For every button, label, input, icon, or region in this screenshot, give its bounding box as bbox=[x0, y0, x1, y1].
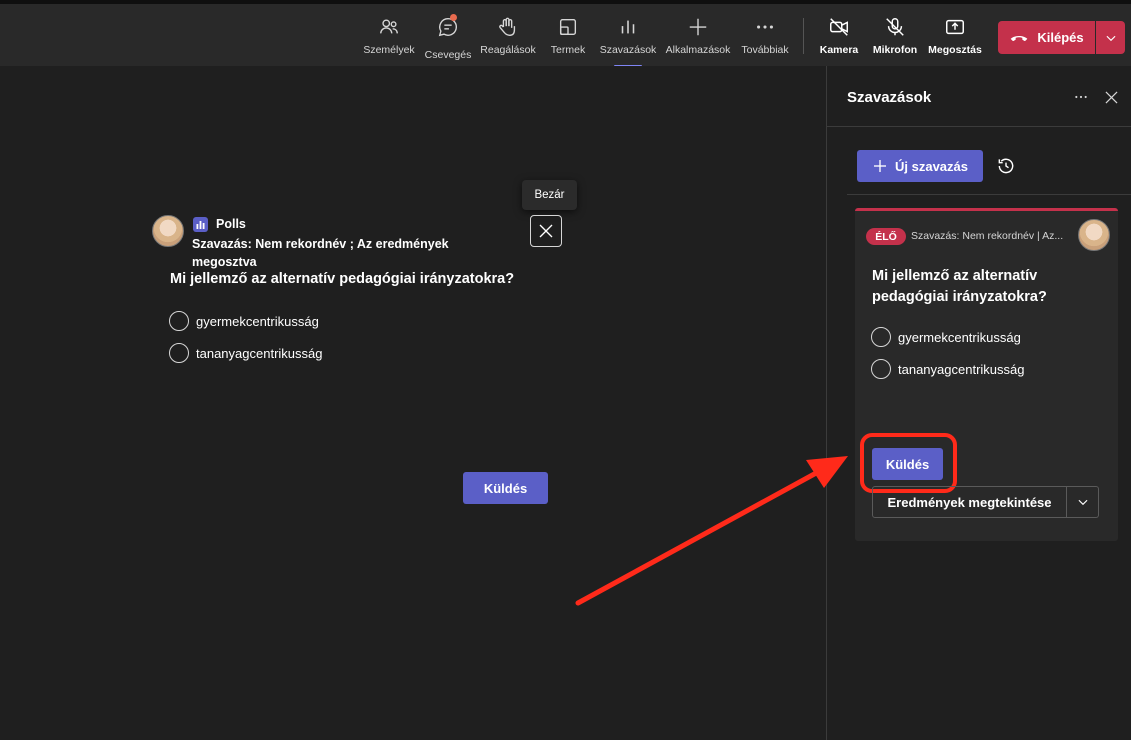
new-poll-button[interactable]: Új szavazás bbox=[857, 150, 983, 182]
polls-app-icon bbox=[193, 217, 208, 232]
live-badge: ÉLŐ bbox=[866, 228, 906, 245]
polls-app-name: Polls bbox=[216, 217, 246, 231]
more-icon bbox=[1075, 95, 1087, 99]
panel-title: Szavazások bbox=[847, 89, 932, 106]
toolbar-polls-label: Szavazások bbox=[599, 44, 657, 56]
toolbar-chat-button[interactable]: Csevegés bbox=[422, 12, 474, 64]
new-poll-label: Új szavazás bbox=[895, 158, 968, 174]
toolbar-more-button[interactable]: Továbbiak bbox=[738, 12, 792, 64]
poll-card-question: Mi jellemző az alternatív pedagógiai irá… bbox=[872, 268, 1047, 305]
toolbar-share-button[interactable]: Megosztás bbox=[925, 12, 985, 64]
panel-more-button[interactable] bbox=[1070, 86, 1092, 108]
toolbar-chat-label: Csevegés bbox=[424, 49, 472, 61]
poll-subtitle: Szavazás: Nem rekordnév ; Az eredmények … bbox=[192, 237, 449, 269]
toolbar-apps-label: Alkalmazások bbox=[665, 44, 731, 56]
poll-card-option[interactable]: tananyagcentrikusság bbox=[871, 359, 1024, 379]
poll-option-label: gyermekcentrikusság bbox=[196, 313, 319, 329]
avatar bbox=[1078, 219, 1110, 251]
radio-button[interactable] bbox=[871, 359, 891, 379]
radio-button[interactable] bbox=[169, 311, 189, 331]
poll-card-option[interactable]: gyermekcentrikusság bbox=[871, 327, 1021, 347]
toolbar-share-label: Megosztás bbox=[928, 44, 982, 56]
meeting-stage bbox=[0, 66, 826, 740]
radio-button[interactable] bbox=[871, 327, 891, 347]
close-icon bbox=[1105, 91, 1117, 103]
leave-options-button[interactable] bbox=[1096, 21, 1125, 54]
phone-hangup-icon bbox=[1011, 35, 1028, 41]
panel-close-button[interactable] bbox=[1100, 86, 1122, 108]
leave-button[interactable]: Kilépés bbox=[998, 21, 1095, 54]
poll-card-subtitle: Szavazás: Nem rekordnév | Az... bbox=[911, 230, 1064, 242]
radio-button[interactable] bbox=[169, 343, 189, 363]
toolbar-more-label: Továbbiak bbox=[741, 44, 789, 56]
reaction-hand-icon bbox=[499, 17, 516, 36]
toolbar-rooms-button[interactable]: Termek bbox=[546, 12, 590, 64]
polls-icon bbox=[621, 20, 635, 34]
view-results-options-button[interactable] bbox=[1067, 486, 1099, 518]
close-tooltip: Bezár bbox=[522, 180, 577, 210]
toolbar-reactions-label: Reagálások bbox=[480, 44, 536, 56]
plus-icon bbox=[689, 18, 707, 36]
poll-question: Mi jellemző az alternatív pedagógiai irá… bbox=[170, 271, 515, 287]
toolbar-reactions-button[interactable]: Reagálások bbox=[478, 12, 538, 64]
poll-card-option-label: tananyagcentrikusság bbox=[898, 361, 1025, 377]
toolbar-polls-button[interactable]: Szavazások bbox=[598, 12, 658, 67]
chat-unread-dot bbox=[450, 14, 457, 21]
mic-off-icon bbox=[886, 18, 904, 36]
toolbar-people-label: Személyek bbox=[363, 44, 415, 56]
poll-history-button[interactable] bbox=[995, 155, 1017, 177]
chevron-down-icon bbox=[1106, 35, 1115, 41]
toolbar-mic-button[interactable]: Mikrofon bbox=[869, 12, 921, 64]
more-icon bbox=[757, 25, 773, 29]
poll-card: ÉLŐ Szavazás: Nem rekordnév | Az... Mi j… bbox=[855, 208, 1118, 541]
view-results-button[interactable]: Eredmények megtekintése bbox=[872, 486, 1067, 518]
toolbar-people-button[interactable]: Személyek bbox=[362, 12, 416, 64]
meeting-toolbar: Személyek Csevegés Reagálások Termek Sza… bbox=[0, 0, 1131, 67]
panel-divider bbox=[827, 126, 1131, 127]
toolbar-apps-button[interactable]: Alkalmazások bbox=[663, 12, 733, 64]
people-icon bbox=[380, 19, 398, 34]
share-icon bbox=[946, 19, 964, 35]
toolbar-camera-button[interactable]: Kamera bbox=[816, 12, 862, 64]
history-icon bbox=[998, 158, 1014, 174]
panel-divider bbox=[847, 194, 1131, 195]
poll-option[interactable]: tananyagcentrikusság bbox=[169, 343, 322, 363]
avatar bbox=[152, 215, 184, 247]
send-button[interactable]: Küldés bbox=[463, 472, 548, 504]
close-icon bbox=[539, 224, 553, 238]
plus-icon bbox=[874, 160, 886, 172]
toolbar-rooms-label: Termek bbox=[550, 44, 586, 56]
toolbar-camera-label: Kamera bbox=[819, 44, 859, 56]
leave-label: Kilépés bbox=[1037, 30, 1084, 45]
polls-panel: Szavazások Új szavazás ÉLŐ Szavazás: Nem… bbox=[826, 66, 1131, 740]
poll-option-label: tananyagcentrikusság bbox=[196, 345, 323, 361]
poll-option[interactable]: gyermekcentrikusság bbox=[169, 311, 319, 331]
poll-card-send-button[interactable]: Küldés bbox=[872, 448, 943, 480]
toolbar-mic-label: Mikrofon bbox=[872, 44, 918, 56]
rooms-icon bbox=[559, 18, 577, 36]
poll-card-option-label: gyermekcentrikusság bbox=[898, 329, 1021, 345]
camera-off-icon bbox=[830, 18, 848, 36]
chevron-down-icon bbox=[1078, 499, 1087, 506]
toolbar-divider bbox=[803, 18, 804, 54]
close-poll-button[interactable] bbox=[530, 215, 562, 247]
